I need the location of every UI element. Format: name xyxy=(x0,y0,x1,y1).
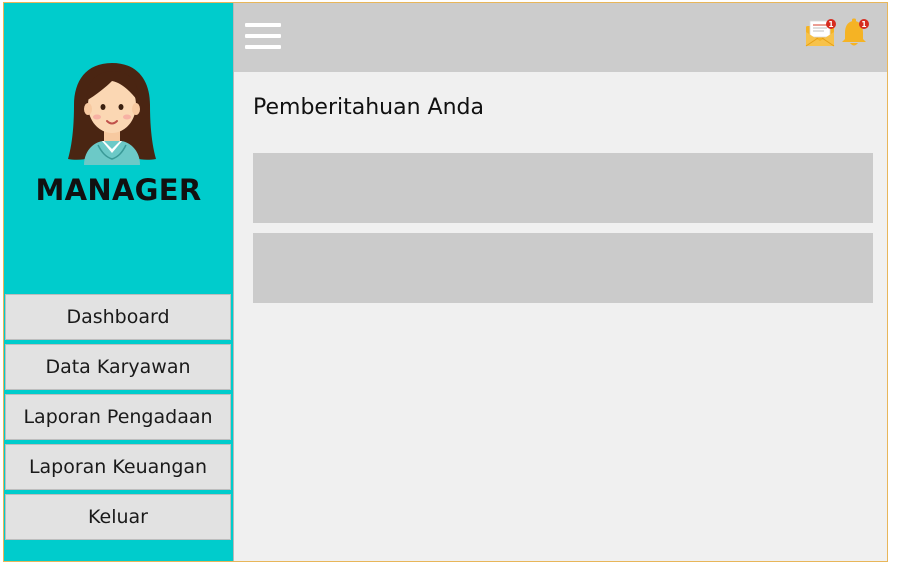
app-window: MANAGER Dashboard Data Karyawan Laporan … xyxy=(3,2,888,562)
notification-card[interactable] xyxy=(253,153,873,223)
sidebar-item-data-karyawan[interactable]: Data Karyawan xyxy=(5,344,231,390)
notification-card[interactable] xyxy=(253,233,873,303)
sidebar-menu: Dashboard Data Karyawan Laporan Pengadaa… xyxy=(5,294,233,544)
page-title: Pemberitahuan Anda xyxy=(253,95,484,120)
hamburger-menu-icon[interactable] xyxy=(245,23,281,50)
bell-icon[interactable]: 1 xyxy=(840,17,870,49)
woman-avatar-icon xyxy=(68,63,156,165)
sidebar-item-laporan-keuangan[interactable]: Laporan Keuangan xyxy=(5,444,231,490)
role-title: MANAGER xyxy=(35,173,202,207)
sidebar: MANAGER Dashboard Data Karyawan Laporan … xyxy=(4,3,234,561)
main-content: 1 1 Pemberitahuan Anda xyxy=(234,3,887,561)
mail-badge-count: 1 xyxy=(828,20,833,29)
top-bar: 1 1 xyxy=(234,3,887,72)
sidebar-item-dashboard[interactable]: Dashboard xyxy=(5,294,231,340)
mail-icon[interactable]: 1 xyxy=(805,18,837,48)
profile-panel: MANAGER xyxy=(4,3,233,293)
sidebar-item-keluar[interactable]: Keluar xyxy=(5,494,231,540)
bell-badge-count: 1 xyxy=(861,20,866,29)
sidebar-item-laporan-pengadaan[interactable]: Laporan Pengadaan xyxy=(5,394,231,440)
